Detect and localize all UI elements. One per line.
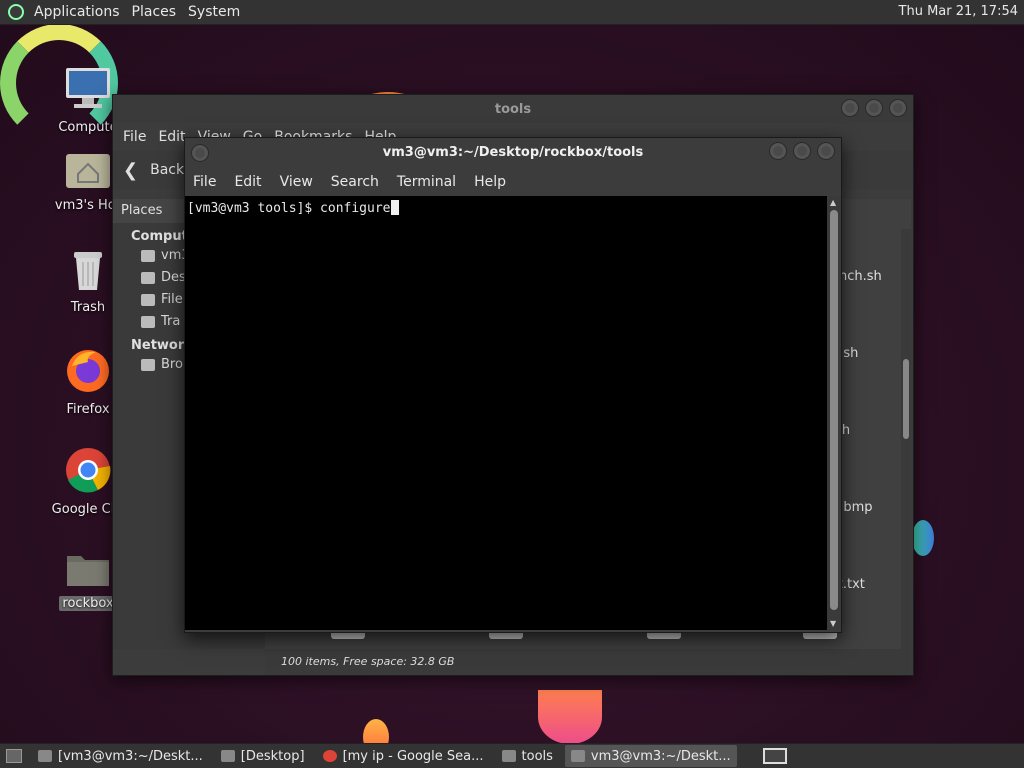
file-manager-titlebar[interactable]: tools (113, 95, 913, 123)
taskbar-item-terminal-active[interactable]: vm3@vm3:~/Deskt... (564, 745, 737, 767)
scroll-down-icon[interactable]: ▼ (830, 619, 836, 628)
prompt-text: [vm3@vm3 tools]$ configure (187, 201, 391, 216)
wallpaper-shape (538, 690, 602, 744)
terminal-menubar: File Edit View Search Terminal Help (185, 168, 841, 196)
terminal-titlebar[interactable]: vm3@vm3:~/Desktop/rockbox/tools (185, 138, 841, 168)
menu-help[interactable]: Help (474, 174, 506, 190)
scrollbar-thumb[interactable] (903, 359, 909, 439)
maximize-button[interactable] (865, 99, 883, 117)
back-button[interactable]: ❮ Back (123, 160, 184, 181)
sidebar-item-label: Tra (161, 314, 181, 329)
terminal-output[interactable]: [vm3@vm3 tools]$ configure (185, 196, 827, 630)
chrome-icon (322, 750, 337, 762)
places-menu[interactable]: Places (126, 4, 183, 20)
bottom-panel: [vm3@vm3:~/Deskt... [Desktop] [my ip - G… (0, 743, 1024, 768)
sidebar-item-label: Bro (161, 357, 183, 372)
wallpaper-shape (912, 520, 934, 556)
scroll-up-icon[interactable]: ▲ (830, 198, 836, 207)
taskbar-label: vm3@vm3:~/Deskt... (590, 748, 731, 764)
terminal-icon (570, 750, 585, 762)
drive-icon (141, 293, 155, 306)
terminal-window[interactable]: vm3@vm3:~/Desktop/rockbox/tools File Edi… (184, 137, 842, 633)
desktop-icon-label: Trash (70, 300, 106, 315)
close-button[interactable] (889, 99, 907, 117)
folder-icon (67, 556, 109, 586)
minimize-button[interactable] (769, 142, 787, 160)
desktop-icon-label: rockbox (59, 596, 117, 611)
taskbar-item-desktop[interactable]: [Desktop] (215, 745, 311, 767)
minimize-button[interactable] (841, 99, 859, 117)
menu-edit[interactable]: Edit (158, 129, 185, 145)
sidebar-item-label: File (161, 292, 183, 307)
network-icon (141, 358, 155, 371)
firefox-icon (67, 350, 109, 392)
trash-icon (74, 252, 102, 290)
computer-icon (66, 68, 110, 108)
taskbar-item-terminal[interactable]: [vm3@vm3:~/Deskt... (32, 745, 209, 767)
taskbar-label: [my ip - Google Sea... (342, 748, 484, 764)
terminal-prompt-line: [vm3@vm3 tools]$ configure (187, 200, 399, 216)
taskbar-label: [Desktop] (240, 748, 305, 764)
window-title: vm3@vm3:~/Desktop/rockbox/tools (382, 145, 644, 160)
chrome-icon (66, 448, 111, 493)
workspace-switcher[interactable] (762, 748, 787, 764)
folder-icon (220, 750, 235, 762)
desktop-icon-label: Firefox (66, 402, 110, 417)
top-panel: Applications Places System Thu Mar 21, 1… (0, 0, 1024, 25)
taskbar-item-chrome[interactable]: [my ip - Google Sea... (317, 745, 490, 767)
maximize-button[interactable] (793, 142, 811, 160)
back-arrow-icon: ❮ (123, 159, 139, 181)
folder-icon (501, 750, 516, 762)
text-cursor (390, 200, 399, 215)
terminal-scrollbar[interactable]: ▲ ▼ (827, 196, 841, 630)
sidebar-item-label: Des (161, 270, 186, 285)
status-bar: 100 items, Free space: 32.8 GB (265, 649, 911, 675)
menu-view[interactable]: View (280, 174, 313, 190)
show-desktop-icon[interactable] (6, 749, 22, 763)
menu-search[interactable]: Search (331, 174, 379, 190)
applications-menu[interactable]: Applications (28, 4, 126, 20)
terminal-icon (38, 750, 52, 762)
menu-terminal[interactable]: Terminal (397, 174, 456, 190)
scrollbar-thumb[interactable] (830, 210, 838, 610)
home-icon (141, 249, 155, 262)
menu-file[interactable]: File (193, 174, 216, 190)
window-title: tools (494, 102, 532, 117)
clock[interactable]: Thu Mar 21, 17:54 (899, 4, 1018, 19)
menu-file[interactable]: File (123, 129, 146, 145)
menu-edit[interactable]: Edit (234, 174, 261, 190)
desktop-icon (141, 271, 155, 284)
system-menu[interactable]: System (182, 4, 246, 20)
desktop-icon-label: Compute (58, 120, 118, 135)
taskbar-label: [vm3@vm3:~/Deskt... (58, 748, 203, 764)
trash-icon (141, 315, 155, 328)
home-folder-icon (66, 154, 110, 188)
back-label: Back (150, 162, 185, 178)
taskbar-label: tools (521, 748, 553, 764)
taskbar-item-tools[interactable]: tools (496, 745, 559, 767)
distro-logo-icon[interactable] (8, 4, 24, 20)
file-view-scrollbar[interactable] (901, 229, 911, 649)
close-button[interactable] (817, 142, 835, 160)
